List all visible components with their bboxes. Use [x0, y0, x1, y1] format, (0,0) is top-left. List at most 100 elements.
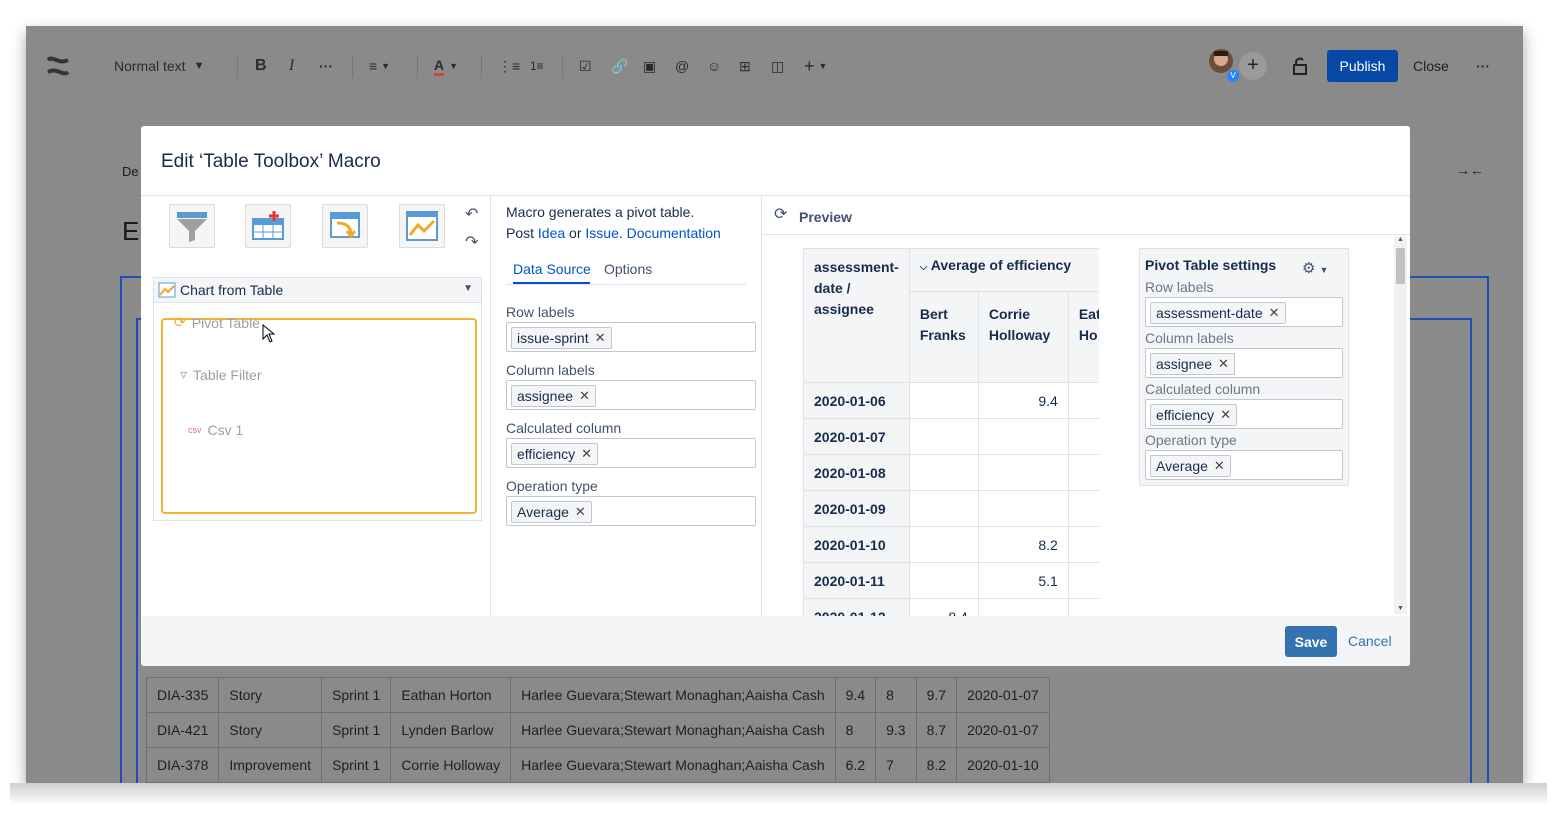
settings-calculated-column-input[interactable]: efficiency ✕	[1145, 399, 1343, 429]
chart-from-table-tool[interactable]	[399, 204, 445, 248]
scroll-up-icon[interactable]: ▲	[1397, 236, 1404, 243]
bullet-list-button[interactable]: ⋮≡	[498, 54, 520, 78]
invite-user-button[interactable]: +	[1239, 52, 1267, 80]
pivot-column-header: Corrie Holloway	[977, 291, 1069, 383]
or-text: or	[569, 225, 582, 241]
breadcrumb: De	[122, 164, 139, 179]
dragging-pivot-table[interactable]: ⟳ Pivot Table	[174, 314, 260, 331]
numbered-list-button[interactable]: 1≡	[530, 54, 544, 78]
pivot-table-icon: ⟳	[174, 314, 186, 330]
pivot-cell	[908, 490, 979, 527]
mention-button[interactable]: @	[675, 54, 689, 78]
macro-description: Macro generates a pivot table.	[506, 204, 695, 220]
link-button[interactable]: 🔗	[611, 54, 628, 78]
emoji-icon: ☺	[707, 58, 722, 74]
row-labels-input[interactable]: issue-sprint ✕	[506, 322, 756, 352]
chevron-down-icon: ▼	[1319, 265, 1329, 275]
checkbox-icon: ☑	[579, 57, 592, 74]
tab-data-source[interactable]: Data Source	[513, 261, 591, 277]
tab-options[interactable]: Options	[604, 261, 652, 277]
gear-icon[interactable]: ⚙ ▼	[1302, 259, 1328, 277]
image-button[interactable]: ▣	[643, 54, 656, 78]
remove-tag-icon[interactable]: ✕	[1220, 407, 1231, 423]
table-cell: Lynden Barlow	[390, 712, 512, 748]
action-item-button[interactable]: ☑	[579, 54, 592, 78]
table-icon: ⊞	[739, 57, 751, 74]
settings-row-labels-input[interactable]: assessment-date ✕	[1145, 297, 1343, 327]
preview-scrollbar[interactable]: ▲ ▼	[1394, 236, 1407, 614]
bold-button[interactable]: B	[255, 54, 267, 78]
row-labels-tag[interactable]: issue-sprint ✕	[511, 327, 612, 349]
settings-operation-type-tag[interactable]: Average ✕	[1150, 455, 1231, 477]
remove-tag-icon[interactable]: ✕	[581, 446, 592, 462]
chevron-down-icon[interactable]: ▼	[463, 283, 473, 294]
align-dropdown[interactable]: ≡ ▼	[369, 54, 390, 78]
table-filter-tool[interactable]	[169, 204, 215, 248]
table-add-icon	[252, 211, 284, 240]
column-labels-input[interactable]: assignee ✕	[506, 380, 756, 410]
save-button[interactable]: Save	[1285, 626, 1337, 657]
undo-button[interactable]: ↶	[465, 204, 478, 224]
table-cell: Harlee Guevara;Stewart Monaghan;Aaisha C…	[510, 712, 836, 748]
table-transformer-tool[interactable]	[245, 204, 291, 248]
operation-type-label: Operation type	[506, 478, 598, 494]
table-button[interactable]: ⊞	[739, 54, 751, 78]
group-header[interactable]: ⌵ Average of efficiency	[908, 248, 1099, 292]
issue-link[interactable]: Issue	[585, 225, 618, 241]
table-cell: Corrie Holloway	[390, 747, 512, 783]
confluence-logo-icon[interactable]	[46, 54, 70, 83]
remove-tag-icon[interactable]: ✕	[595, 330, 606, 346]
close-button[interactable]: Close	[1413, 58, 1449, 74]
drop-zone[interactable]	[161, 318, 477, 514]
layout-button[interactable]: ◫	[771, 54, 784, 78]
filter-icon: ▿	[180, 366, 188, 382]
pivot-table-tool[interactable]	[322, 204, 368, 248]
idea-link[interactable]: Idea	[538, 225, 565, 241]
emoji-button[interactable]: ☺	[707, 54, 721, 78]
operation-type-input[interactable]: Average ✕	[506, 496, 756, 526]
remove-tag-icon[interactable]: ✕	[579, 388, 590, 404]
settings-column-labels-input[interactable]: assignee ✕	[1145, 348, 1343, 378]
insert-more-dropdown[interactable]: + ▼	[804, 54, 827, 78]
cancel-button[interactable]: Cancel	[1348, 633, 1392, 649]
table-cell: Story	[218, 677, 323, 713]
more-options-button[interactable]: ···	[1476, 54, 1490, 78]
table-cell: Sprint 1	[321, 712, 392, 748]
csv-label: Csv 1	[207, 422, 244, 438]
documentation-link[interactable]: Documentation	[627, 225, 721, 241]
publish-button[interactable]: Publish	[1327, 50, 1398, 82]
restrictions-button[interactable]	[1292, 54, 1308, 78]
remove-tag-icon[interactable]: ✕	[575, 504, 586, 520]
settings-row-labels-tag[interactable]: assessment-date ✕	[1150, 302, 1286, 324]
text-style-dropdown[interactable]: Normal text ▼	[114, 54, 204, 78]
settings-column-labels-tag[interactable]: assignee ✕	[1150, 353, 1235, 375]
column-labels-label: Column labels	[506, 362, 595, 378]
table-cell: Story	[218, 712, 323, 748]
calculated-column-input[interactable]: efficiency ✕	[506, 438, 756, 468]
remove-tag-icon[interactable]: ✕	[1214, 458, 1225, 474]
italic-button[interactable]: I	[289, 54, 294, 78]
table-filter-node[interactable]: ▿ Table Filter	[180, 366, 262, 383]
settings-calculated-column-tag[interactable]: efficiency ✕	[1150, 404, 1238, 426]
collapse-width-icon[interactable]: →←	[1456, 162, 1484, 178]
more-formatting-button[interactable]: ···	[319, 54, 333, 78]
csv-node[interactable]: csv Csv 1	[188, 422, 243, 438]
csv-icon: csv	[188, 425, 202, 435]
column-labels-tag[interactable]: assignee ✕	[511, 385, 596, 407]
settings-title: Pivot Table settings	[1145, 257, 1277, 273]
settings-operation-type-label: Operation type	[1145, 432, 1237, 448]
remove-tag-icon[interactable]: ✕	[1269, 305, 1280, 321]
remove-tag-icon[interactable]: ✕	[1218, 356, 1229, 372]
chain-header[interactable]: Chart from Table ▼	[154, 278, 481, 303]
calculated-column-tag[interactable]: efficiency ✕	[511, 443, 599, 465]
redo-button[interactable]: ↷	[465, 232, 478, 252]
scrollbar-thumb[interactable]	[1396, 248, 1405, 284]
operation-type-tag[interactable]: Average ✕	[511, 501, 592, 523]
settings-operation-type-input[interactable]: Average ✕	[1145, 450, 1343, 480]
pivot-cell: 5.1	[977, 562, 1069, 599]
tag-text: assignee	[517, 388, 574, 404]
refresh-icon[interactable]: ⟳	[774, 204, 787, 224]
text-color-icon: A	[434, 57, 445, 76]
text-color-dropdown[interactable]: A ▼	[434, 54, 458, 78]
scroll-down-icon[interactable]: ▼	[1397, 605, 1404, 612]
